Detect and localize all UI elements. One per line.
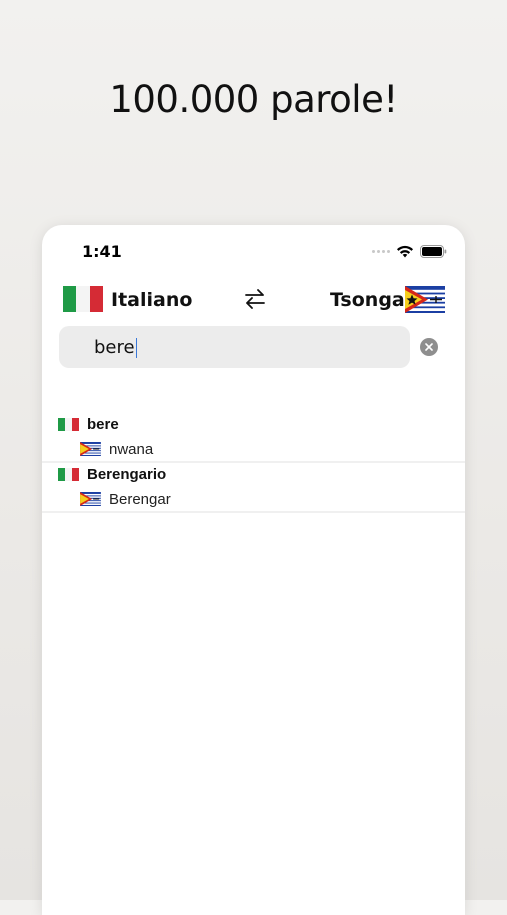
source-language-label[interactable]: Italiano	[111, 289, 192, 311]
tsonga-flag-icon	[80, 442, 101, 456]
result-item[interactable]: Berengario Berengar	[42, 463, 465, 513]
cellular-signal-icon	[372, 249, 390, 253]
status-icons	[372, 243, 447, 259]
result-translation-word: nwana	[109, 441, 154, 458]
status-time: 1:41	[82, 242, 122, 261]
result-translation-word: Berengar	[109, 491, 171, 508]
target-language-label[interactable]: Tsonga	[330, 289, 405, 311]
result-source-row: Berengario	[42, 463, 465, 487]
result-item[interactable]: bere nwana	[42, 413, 465, 463]
clear-search-button[interactable]	[420, 338, 438, 356]
text-cursor	[135, 338, 138, 358]
search-value: bere	[94, 337, 138, 358]
tsonga-flag-icon[interactable]	[405, 286, 445, 313]
wifi-icon	[397, 245, 413, 258]
result-translation-row: Berengar	[42, 487, 465, 513]
search-input[interactable]: bere	[59, 326, 410, 368]
italy-flag-icon	[58, 418, 79, 431]
result-source-word: Berengario	[87, 466, 167, 483]
battery-icon	[420, 244, 447, 258]
result-translation-row: nwana	[42, 437, 465, 463]
result-source-row: bere	[42, 413, 465, 437]
results-list: bere nwana Berengario Berengar	[42, 413, 465, 513]
phone-screen: 1:41 Italiano Tsonga bere bere nwana Ber…	[42, 225, 465, 915]
language-bar: Italiano Tsonga	[42, 283, 465, 317]
result-source-word: bere	[87, 416, 119, 433]
tsonga-flag-icon	[80, 492, 101, 506]
italy-flag-icon	[58, 468, 79, 481]
close-icon	[425, 343, 433, 351]
headline: 100.000 parole!	[109, 78, 398, 121]
swap-languages-icon[interactable]	[243, 287, 267, 311]
italy-flag-icon[interactable]	[63, 286, 103, 312]
